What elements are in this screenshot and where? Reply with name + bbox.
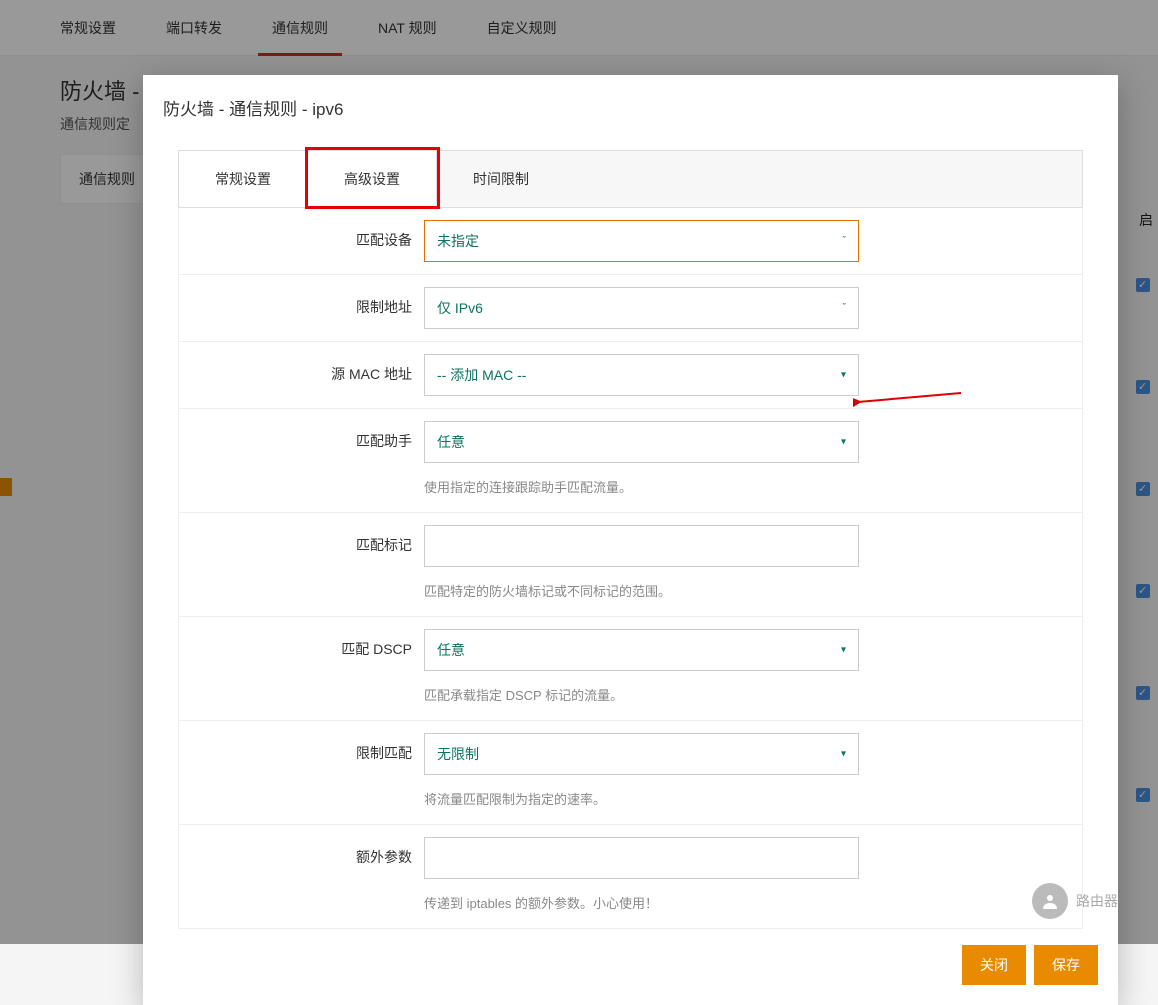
select-value: 任意 (437, 640, 465, 660)
label-match-helper: 匹配助手 (179, 421, 424, 461)
help-match-helper: 使用指定的连接跟踪助手匹配流量。 (424, 463, 859, 500)
chevron-down-icon: ˇ (843, 236, 846, 247)
help-match-mark: 匹配特定的防火墙标记或不同标记的范围。 (424, 567, 859, 604)
help-extra-args: 传递到 iptables 的额外参数。小心使用！ (424, 879, 859, 916)
label-match-dscp: 匹配 DSCP (179, 629, 424, 669)
label-match-device: 匹配设备 (179, 220, 424, 260)
dropdown-icon: ▾ (841, 645, 846, 656)
watermark-icon (1032, 883, 1068, 919)
select-match-helper[interactable]: 任意 ▾ (424, 421, 859, 463)
select-value: 无限制 (437, 744, 479, 764)
modal-tab-time[interactable]: 时间限制 (437, 151, 565, 207)
advanced-form: 匹配设备 未指定 ˇ 限制地址 仅 IPv6 ˇ 源 MAC 地址 -- 添 (178, 207, 1083, 929)
select-match-dscp[interactable]: 任意 ▾ (424, 629, 859, 671)
dropdown-icon: ▾ (841, 437, 846, 448)
select-match-device[interactable]: 未指定 ˇ (424, 220, 859, 262)
select-limit-match[interactable]: 无限制 ▾ (424, 733, 859, 775)
label-limit-match: 限制匹配 (179, 733, 424, 773)
input-match-mark[interactable] (424, 525, 859, 567)
chevron-down-icon: ˇ (843, 303, 846, 314)
select-restrict-address[interactable]: 仅 IPv6 ˇ (424, 287, 859, 329)
modal-tabs: 常规设置 高级设置 时间限制 (178, 150, 1083, 207)
modal-tab-advanced[interactable]: 高级设置 (308, 151, 437, 207)
select-value: 未指定 (437, 231, 479, 251)
select-value: 仅 IPv6 (437, 298, 483, 318)
modal-title: 防火墙 - 通信规则 - ipv6 (143, 75, 1118, 130)
select-value: 任意 (437, 432, 465, 452)
modal-tab-general[interactable]: 常规设置 (179, 151, 308, 207)
label-match-mark: 匹配标记 (179, 525, 424, 565)
watermark-text: 路由器 (1076, 891, 1118, 911)
edit-rule-modal: 防火墙 - 通信规则 - ipv6 常规设置 高级设置 时间限制 匹配设备 未指… (143, 75, 1118, 1005)
label-extra-args: 额外参数 (179, 837, 424, 877)
watermark: 路由器 (1032, 883, 1118, 919)
save-button[interactable]: 保存 (1034, 945, 1098, 985)
dropdown-icon: ▾ (841, 370, 846, 381)
help-limit-match: 将流量匹配限制为指定的速率。 (424, 775, 859, 812)
dropdown-icon: ▾ (841, 749, 846, 760)
modal-footer: 关闭 保存 (143, 929, 1118, 1005)
label-restrict-address: 限制地址 (179, 287, 424, 327)
close-button[interactable]: 关闭 (962, 945, 1026, 985)
select-value: -- 添加 MAC -- (437, 365, 526, 385)
input-extra-args[interactable] (424, 837, 859, 879)
help-match-dscp: 匹配承载指定 DSCP 标记的流量。 (424, 671, 859, 708)
select-src-mac[interactable]: -- 添加 MAC -- ▾ (424, 354, 859, 396)
label-src-mac: 源 MAC 地址 (179, 354, 424, 394)
